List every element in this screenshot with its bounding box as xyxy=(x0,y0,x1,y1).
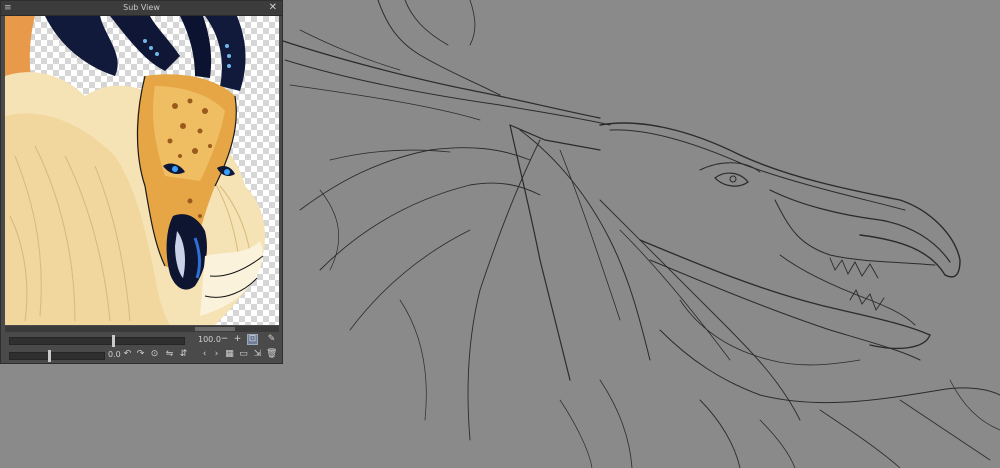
scrollbar-thumb[interactable] xyxy=(195,327,235,331)
sub-view-titlebar[interactable]: ≡ Sub View ✕ xyxy=(1,1,282,16)
reference-illustration xyxy=(5,16,265,325)
sub-view-controls: 100.0 − + ⊡ ✎ 0.0 ↶ ↷ ⊙ ⇋ ⇵ ‹ › ▦ ▭ ⇲ 🗑 xyxy=(1,333,282,363)
close-icon[interactable]: ✕ xyxy=(269,2,277,14)
import-image-icon[interactable]: ⇲ xyxy=(252,349,263,360)
previous-image-icon[interactable]: ‹ xyxy=(199,349,210,360)
rotation-value: 0.0 xyxy=(108,350,121,359)
flip-horizontal-icon[interactable]: ⇋ xyxy=(164,349,175,360)
thumbnails-icon[interactable]: ▦ xyxy=(224,349,235,360)
rotation-slider[interactable] xyxy=(9,350,105,362)
zoom-value: 100.0 xyxy=(198,335,221,344)
flip-vertical-icon[interactable]: ⇵ xyxy=(178,349,189,360)
eyedropper-icon[interactable]: ✎ xyxy=(266,334,277,345)
rotate-right-icon[interactable]: ↷ xyxy=(135,349,146,360)
horizontal-scrollbar[interactable] xyxy=(5,326,279,332)
sub-view-panel[interactable]: ≡ Sub View ✕ 100.0 − + ⊡ ✎ 0.0 ↶ ↷ ⊙ ⇋ ⇵… xyxy=(0,0,283,364)
open-folder-icon[interactable]: ▭ xyxy=(238,349,249,360)
delete-icon[interactable]: 🗑 xyxy=(266,349,277,360)
zoom-out-icon[interactable]: − xyxy=(219,334,230,345)
reference-image[interactable] xyxy=(5,16,279,325)
sub-view-title: Sub View xyxy=(123,3,160,12)
rotate-left-icon[interactable]: ↶ xyxy=(122,349,133,360)
zoom-in-icon[interactable]: + xyxy=(232,334,243,345)
reset-rotation-icon[interactable]: ⊙ xyxy=(149,349,160,360)
zoom-slider[interactable] xyxy=(9,335,185,347)
fit-to-view-icon[interactable]: ⊡ xyxy=(247,334,258,345)
zoom-slider-knob[interactable] xyxy=(112,335,115,347)
next-image-icon[interactable]: › xyxy=(211,349,222,360)
rotation-slider-knob[interactable] xyxy=(48,350,51,362)
